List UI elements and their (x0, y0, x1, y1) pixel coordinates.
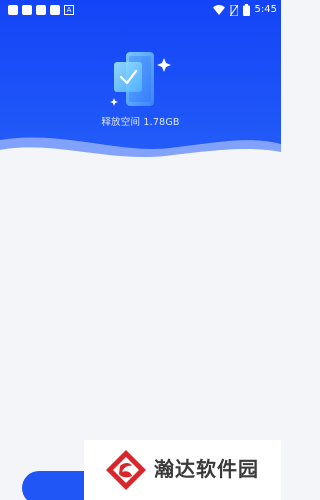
header-wave (0, 137, 281, 200)
battery-icon (242, 4, 250, 16)
status-bar: A 5:45 (0, 0, 281, 20)
status-right-group: 5:45 (212, 3, 277, 17)
release-space-label: 释放空间 1.78GB (101, 117, 180, 128)
notification-square-icon (36, 5, 46, 15)
notification-square-icon (8, 5, 18, 15)
no-sim-icon (229, 4, 238, 16)
notification-square-icon (50, 5, 60, 15)
screen: A 5:45 释放空间 1.78GB 瀚达软件园 (0, 0, 281, 500)
watermark: 瀚达软件园 (84, 440, 281, 500)
watermark-text: 瀚达软件园 (154, 457, 259, 481)
notification-square-icon (22, 5, 32, 15)
clock: 5:45 (254, 4, 277, 15)
phone-check-icon (110, 52, 171, 106)
brand-logo-icon (106, 450, 146, 490)
font-a-icon: A (64, 5, 74, 15)
wifi-icon (212, 5, 225, 15)
